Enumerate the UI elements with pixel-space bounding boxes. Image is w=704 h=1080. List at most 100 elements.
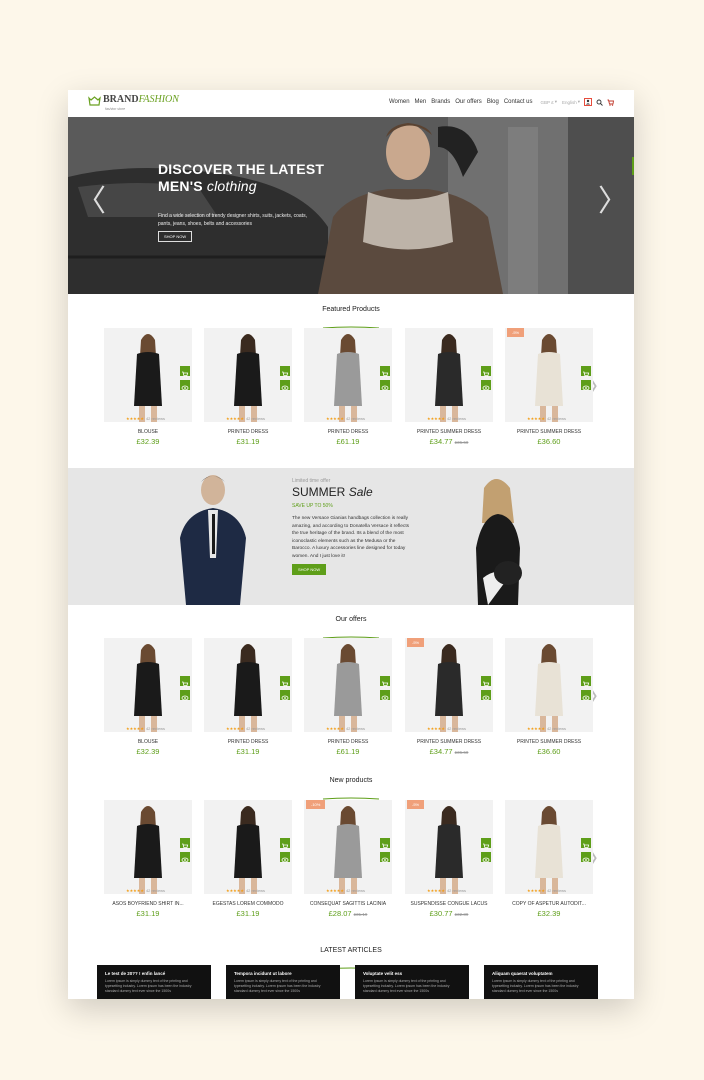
quick-view-button[interactable]	[380, 690, 390, 701]
product-card[interactable]: ★★★★★ 42 reviews PRINTED DRESS £31.19	[204, 638, 292, 760]
product-name[interactable]: PRINTED SUMMER DRESS	[405, 739, 493, 745]
product-card[interactable]: ★★★★★ 42 reviews EGESTAS LOREM COMMODO £31.…	[204, 800, 292, 922]
article-card[interactable]: Tempora incidunt ut labore Lorem ipsum i…	[226, 965, 340, 999]
product-card[interactable]: -10% ★★★★★ 42 reviews CONSEQUAT SAGITTIS LA…	[304, 800, 392, 922]
product-card[interactable]: -5% ★★★★★ 42 reviews PRINTED SUMMER DRESS £3…	[505, 328, 593, 450]
product-name[interactable]: BLOUSE	[104, 739, 192, 745]
product-image[interactable]	[104, 638, 192, 732]
rating-stars: ★★★★★ 42 reviews	[427, 888, 467, 893]
quick-view-button[interactable]	[380, 380, 390, 391]
product-card[interactable]: ★★★★★ 42 reviews COPY OF ASPETUR AUTODIT..…	[505, 800, 593, 922]
add-to-cart-button[interactable]	[380, 366, 390, 378]
language-select[interactable]: English	[562, 100, 577, 105]
add-to-cart-button[interactable]	[380, 838, 390, 850]
add-to-cart-button[interactable]	[180, 366, 190, 378]
product-image[interactable]	[505, 328, 593, 422]
product-image[interactable]	[304, 800, 392, 894]
add-to-cart-button[interactable]	[481, 366, 491, 378]
product-image[interactable]	[204, 800, 292, 894]
product-name[interactable]: EGESTAS LOREM COMMODO	[204, 901, 292, 907]
nav-item-contact[interactable]: Contact us	[504, 99, 533, 105]
add-to-cart-button[interactable]	[280, 838, 290, 850]
product-name[interactable]: CONSEQUAT SAGITTIS LACINIA	[304, 901, 392, 907]
product-image[interactable]	[405, 638, 493, 732]
rating-stars: ★★★★★ 42 reviews	[326, 726, 366, 731]
product-card[interactable]: -5% ★★★★★ 42 reviews PRINTED SUMMER DRESS £3…	[405, 638, 493, 760]
product-name[interactable]: PRINTED SUMMER DRESS	[505, 429, 593, 435]
product-image[interactable]	[505, 800, 593, 894]
quick-view-button[interactable]	[581, 380, 591, 391]
add-to-cart-button[interactable]	[280, 366, 290, 378]
product-image[interactable]	[204, 328, 292, 422]
product-card[interactable]: ★★★★★ 42 reviews PRINTED DRESS £31.19	[204, 328, 292, 450]
product-card[interactable]: ★★★★★ 42 reviews BLOUSE £32.39	[104, 638, 192, 760]
product-card[interactable]: ★★★★★ 42 reviews BLOUSE £32.39	[104, 328, 192, 450]
quick-view-button[interactable]	[180, 690, 190, 701]
add-to-cart-button[interactable]	[481, 838, 491, 850]
product-name[interactable]: PRINTED DRESS	[304, 739, 392, 745]
product-name[interactable]: COPY OF ASPETUR AUTODIT...	[505, 901, 593, 907]
quick-view-button[interactable]	[380, 852, 390, 863]
product-name[interactable]: ASOS BOYFRIEND SHIRT IN...	[104, 901, 192, 907]
chevron-right-icon[interactable]: 〉	[598, 187, 628, 217]
brand-logo[interactable]: BRANDFASHION fashion store	[88, 95, 179, 113]
hero-shop-now-button[interactable]: SHOP NOW	[158, 231, 193, 242]
quick-view-button[interactable]	[581, 690, 591, 701]
product-image[interactable]	[405, 328, 493, 422]
product-image[interactable]	[505, 638, 593, 732]
nav-item-brands[interactable]: Brands	[431, 99, 450, 105]
product-card[interactable]: ★★★★★ 42 reviews PRINTED DRESS £61.19	[304, 328, 392, 450]
product-name[interactable]: PRINTED DRESS	[304, 429, 392, 435]
user-icon[interactable]	[584, 98, 592, 106]
add-to-cart-button[interactable]	[581, 366, 591, 378]
summer-shop-now-button[interactable]: SHOP NOW	[292, 564, 327, 575]
product-card[interactable]: ★★★★★ 42 reviews PRINTED DRESS £61.19	[304, 638, 392, 760]
nav-item-blog[interactable]: Blog	[487, 99, 499, 105]
nav-item-offers[interactable]: Our offers	[455, 99, 482, 105]
article-card[interactable]: Voluptate velit ess Lorem ipsum is simpl…	[355, 965, 469, 999]
product-image[interactable]	[104, 800, 192, 894]
product-image[interactable]	[304, 638, 392, 732]
chevron-left-icon[interactable]: 〈	[76, 187, 106, 217]
quick-view-button[interactable]	[180, 852, 190, 863]
review-count: 42 reviews	[345, 726, 366, 731]
quick-view-button[interactable]	[481, 380, 491, 391]
nav-item-men[interactable]: Men	[415, 99, 427, 105]
quick-view-button[interactable]	[581, 852, 591, 863]
product-name[interactable]: PRINTED SUMMER DRESS	[505, 739, 593, 745]
search-icon[interactable]	[596, 99, 603, 106]
product-image[interactable]	[405, 800, 493, 894]
product-card[interactable]: ★★★★★ 42 reviews PRINTED SUMMER DRESS £34.7…	[405, 328, 493, 450]
add-to-cart-button[interactable]	[380, 676, 390, 688]
quick-view-button[interactable]	[280, 690, 290, 701]
cart-icon[interactable]	[607, 99, 615, 106]
summer-title-b: Sale	[348, 485, 373, 499]
add-to-cart-button[interactable]	[280, 676, 290, 688]
product-card[interactable]: ★★★★★ 42 reviews ASOS BOYFRIEND SHIRT IN..…	[104, 800, 192, 922]
product-image[interactable]	[104, 328, 192, 422]
product-name[interactable]: PRINTED DRESS	[204, 429, 292, 435]
product-image[interactable]	[304, 328, 392, 422]
product-name[interactable]: PRINTED DRESS	[204, 739, 292, 745]
quick-view-button[interactable]	[180, 380, 190, 391]
quick-view-button[interactable]	[481, 852, 491, 863]
add-to-cart-button[interactable]	[581, 676, 591, 688]
add-to-cart-button[interactable]	[581, 838, 591, 850]
add-to-cart-button[interactable]	[180, 838, 190, 850]
quick-view-button[interactable]	[481, 690, 491, 701]
add-to-cart-button[interactable]	[180, 676, 190, 688]
product-name[interactable]: PRINTED SUMMER DRESS	[405, 429, 493, 435]
product-name[interactable]: SUSPENDISSE CONGUE LACUS	[405, 901, 493, 907]
add-to-cart-button[interactable]	[481, 676, 491, 688]
offers-title: Our offers	[335, 616, 367, 623]
currency-select[interactable]: GBP £	[541, 100, 554, 105]
quick-view-button[interactable]	[280, 852, 290, 863]
product-card[interactable]: ★★★★★ 42 reviews PRINTED SUMMER DRESS £36.6…	[505, 638, 593, 760]
article-card[interactable]: Aliquam quaerat voluptatem Lorem ipsum i…	[484, 965, 598, 999]
article-card[interactable]: Le test de 20?? ! enfin lancé Lorem ipsu…	[97, 965, 211, 999]
product-card[interactable]: -5% ★★★★★ 42 reviews SUSPENDISSE CONGUE LAC…	[405, 800, 493, 922]
product-image[interactable]	[204, 638, 292, 732]
quick-view-button[interactable]	[280, 380, 290, 391]
product-name[interactable]: BLOUSE	[104, 429, 192, 435]
nav-item-women[interactable]: Women	[389, 99, 410, 105]
